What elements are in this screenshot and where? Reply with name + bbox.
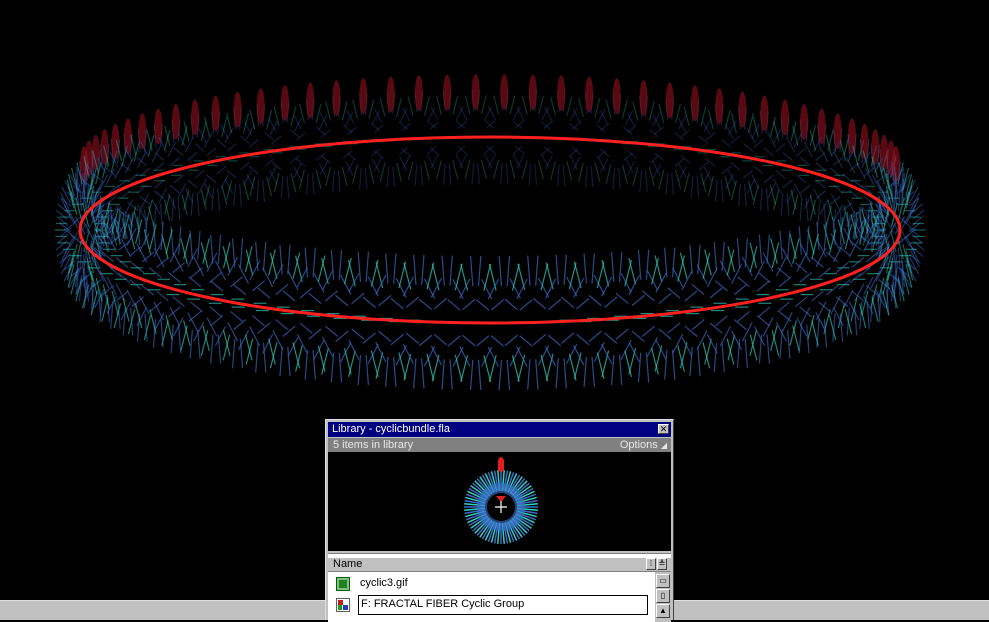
column-name: Name bbox=[333, 558, 363, 570]
library-title: Library - cyclicbundle.fla bbox=[332, 423, 450, 435]
options-label: Options bbox=[619, 439, 658, 451]
scroll-up-icon[interactable]: ▲ bbox=[656, 604, 670, 618]
list-item[interactable]: cyclic3.gif bbox=[328, 574, 654, 594]
close-icon[interactable]: ✕ bbox=[658, 424, 669, 434]
sort-icon[interactable]: ⁞ bbox=[646, 558, 656, 570]
bitmap-icon bbox=[336, 577, 350, 591]
item-count: 5 items in library bbox=[333, 439, 414, 451]
preview-ring-image bbox=[464, 457, 538, 544]
sort-order-icon[interactable]: ≜ bbox=[657, 558, 667, 570]
scrollbar[interactable]: ▭ ▯ ▲ bbox=[655, 572, 671, 622]
scroll-top-icon[interactable]: ▭ bbox=[656, 574, 670, 588]
triangle-icon: ◢ bbox=[660, 441, 667, 450]
item-label: cyclic3.gif bbox=[360, 577, 408, 589]
library-titlebar[interactable]: Library - cyclicbundle.fla ✕ bbox=[328, 422, 671, 437]
symbol-preview bbox=[328, 452, 671, 551]
library-panel: Library - cyclicbundle.fla ✕ 5 items in … bbox=[325, 419, 674, 622]
item-label: F: FRACTAL FIBER Cyclic Group bbox=[361, 598, 525, 610]
graphic-symbol-icon bbox=[336, 598, 350, 612]
rename-field[interactable]: F: FRACTAL FIBER Cyclic Group bbox=[358, 595, 648, 615]
scroll-mid-icon[interactable]: ▯ bbox=[656, 589, 670, 603]
column-header[interactable]: Name ⁞ ≜ bbox=[328, 558, 671, 572]
library-list: Name ⁞ ≜ cyclic3.gif F: FRACTAL FIBER Cy… bbox=[328, 553, 671, 622]
library-status-bar: 5 items in library Options ◢ bbox=[328, 438, 671, 452]
list-item-selected[interactable]: F: FRACTAL FIBER Cyclic Group bbox=[328, 595, 654, 615]
options-menu[interactable]: Options ◢ bbox=[620, 438, 667, 453]
